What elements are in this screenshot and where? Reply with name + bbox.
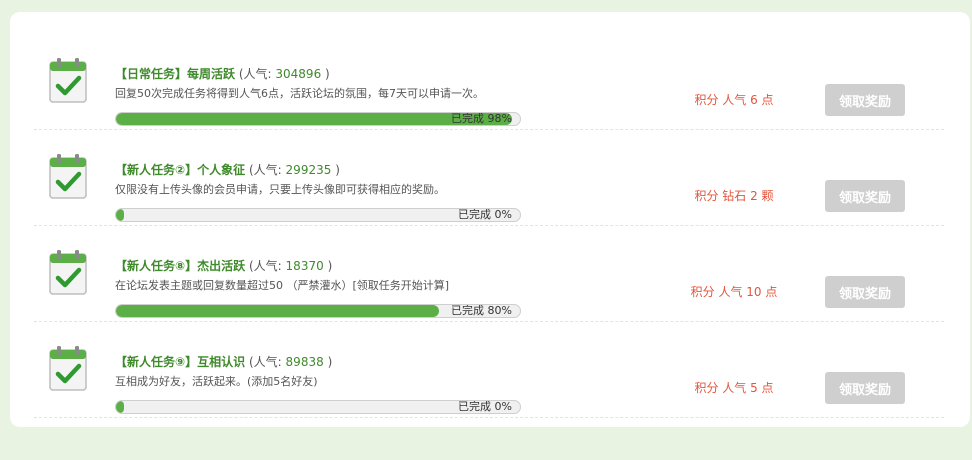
progress-fill	[116, 209, 124, 221]
task-row: 【新人任务⑧】杰出活跃 (人气: 18370 ) 在论坛发表主题或回复数量超过5…	[34, 225, 944, 322]
reward-text: 积分 人气 10 点	[690, 285, 778, 299]
popularity-label: (人气:	[249, 163, 286, 177]
popularity-label: (人气:	[249, 355, 286, 369]
reward-text: 积分 人气 6 点	[694, 93, 774, 107]
claim-reward-button[interactable]: 领取奖励	[825, 372, 905, 404]
task-name: 【新人任务⑧】杰出活跃	[115, 259, 246, 273]
task-panel: 【日常任务】每周活跃 (人气: 304896 ) 回复50次完成任务将得到人气6…	[10, 12, 970, 427]
progress-bar: 已完成 98%	[115, 112, 521, 126]
progress-label: 已完成 98%	[451, 112, 512, 125]
progress-fill	[116, 401, 124, 413]
popularity-value: 89838	[285, 355, 324, 369]
progress-fill	[116, 305, 440, 317]
reward-text: 积分 人气 5 点	[694, 381, 774, 395]
popularity-close: )	[327, 355, 333, 369]
task-description: 回复50次完成任务将得到人气6点，活跃论坛的氛围，每7天可以申请一次。	[115, 87, 484, 100]
task-title: 【日常任务】每周活跃 (人气: 304896 )	[115, 66, 330, 82]
checklist-calendar-icon	[49, 154, 87, 199]
task-row: 【日常任务】每周活跃 (人气: 304896 ) 回复50次完成任务将得到人气6…	[34, 33, 944, 130]
task-description: 仅限没有上传头像的会员申请，只要上传头像即可获得相应的奖励。	[115, 183, 445, 196]
task-title: 【新人任务②】个人象征 (人气: 299235 )	[115, 162, 340, 178]
progress-bar: 已完成 0%	[115, 208, 521, 222]
popularity-label: (人气:	[238, 67, 276, 81]
checklist-calendar-icon	[49, 58, 87, 103]
progress-label: 已完成 0%	[458, 208, 512, 221]
task-row: 【新人任务⑨】互相认识 (人气: 89838 ) 互相成为好友，活跃起来。(添加…	[34, 321, 944, 418]
popularity-close: )	[327, 259, 333, 273]
task-name: 【新人任务②】个人象征	[115, 163, 246, 177]
claim-reward-button[interactable]: 领取奖励	[825, 84, 905, 116]
checklist-calendar-icon	[49, 250, 87, 295]
progress-bar: 已完成 80%	[115, 304, 521, 318]
popularity-close: )	[325, 67, 330, 81]
task-name: 【新人任务⑨】互相认识	[115, 355, 246, 369]
popularity-value: 304896	[275, 67, 322, 81]
popularity-close: )	[335, 163, 340, 177]
claim-reward-button[interactable]: 领取奖励	[825, 276, 905, 308]
progress-label: 已完成 0%	[458, 400, 512, 413]
popularity-label: (人气:	[249, 259, 286, 273]
progress-bar: 已完成 0%	[115, 400, 521, 414]
task-name: 【日常任务】每周活跃	[115, 67, 236, 81]
task-title: 【新人任务⑧】杰出活跃 (人气: 18370 )	[115, 258, 332, 274]
progress-label: 已完成 80%	[451, 304, 512, 317]
checklist-calendar-icon	[49, 346, 87, 391]
task-description: 互相成为好友，活跃起来。(添加5名好友)	[115, 375, 318, 388]
reward-text: 积分 钻石 2 颗	[694, 189, 774, 203]
task-description: 在论坛发表主题或回复数量超过50 （严禁灌水）[领取任务开始计算]	[115, 279, 450, 292]
task-row: 【新人任务②】个人象征 (人气: 299235 ) 仅限没有上传头像的会员申请，…	[34, 129, 944, 226]
claim-reward-button[interactable]: 领取奖励	[825, 180, 905, 212]
task-title: 【新人任务⑨】互相认识 (人气: 89838 )	[115, 354, 332, 370]
popularity-value: 18370	[285, 259, 324, 273]
popularity-value: 299235	[285, 163, 332, 177]
